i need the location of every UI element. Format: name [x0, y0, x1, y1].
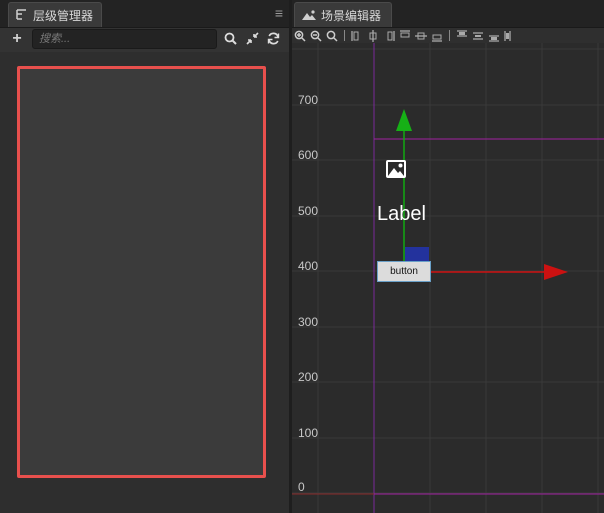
y-label-500: 500: [298, 204, 319, 218]
align-bottom-icon[interactable]: [429, 28, 445, 43]
distribute-vcenter-icon[interactable]: [470, 28, 486, 43]
add-node-button[interactable]: +: [9, 30, 25, 48]
hierarchy-tree-area[interactable]: [17, 66, 266, 478]
hierarchy-tab-bar: 层级管理器 ≡: [0, 0, 289, 28]
scene-toolbar: [292, 28, 604, 43]
label-node[interactable]: Label: [377, 203, 426, 226]
zoom-out-icon[interactable]: [308, 28, 324, 43]
refresh-icon[interactable]: [267, 32, 280, 45]
y-axis-arrow-icon: [396, 109, 412, 131]
align-vcenter-icon[interactable]: [413, 28, 429, 43]
align-right-icon[interactable]: [381, 28, 397, 43]
hierarchy-tab-label: 层级管理器: [33, 8, 94, 23]
align-hcenter-icon[interactable]: [365, 28, 381, 43]
y-label-700: 700: [298, 93, 319, 107]
y-label-200: 200: [298, 370, 319, 384]
scene-tab-label: 场景编辑器: [321, 8, 382, 23]
y-label-600: 600: [298, 148, 319, 162]
hierarchy-toolbar: +: [0, 28, 289, 52]
toolbar-separator: [449, 30, 450, 41]
hierarchy-tree-icon: [15, 9, 29, 21]
y-label-100: 100: [298, 426, 319, 440]
search-input[interactable]: [32, 29, 217, 49]
distribute-top-icon[interactable]: [454, 28, 470, 43]
distribute-bottom-icon[interactable]: [486, 28, 502, 43]
distribute-left-icon[interactable]: [502, 28, 518, 43]
hierarchy-menu-icon[interactable]: ≡: [275, 6, 283, 20]
button-node[interactable]: button: [377, 261, 431, 282]
y-label-400: 400: [298, 259, 319, 273]
scene-grid: [292, 43, 604, 513]
tab-scene[interactable]: 场景编辑器: [294, 2, 392, 27]
y-label-300: 300: [298, 315, 319, 329]
align-top-icon[interactable]: [397, 28, 413, 43]
search-icon[interactable]: [224, 32, 237, 45]
collapse-all-icon[interactable]: [246, 32, 259, 45]
scene-icon: [301, 9, 317, 21]
hierarchy-panel: 层级管理器 ≡ +: [0, 0, 289, 513]
scene-panel: 场景编辑器 700 600 500 400 300 200 100 0 Labe…: [292, 0, 604, 513]
zoom-reset-icon[interactable]: [324, 28, 340, 43]
scene-viewport[interactable]: 700 600 500 400 300 200 100 0 Label butt…: [292, 43, 604, 513]
toolbar-separator: [344, 30, 345, 41]
x-axis-arrow-icon: [544, 264, 568, 280]
zoom-in-icon[interactable]: [292, 28, 308, 43]
scene-tab-bar: 场景编辑器: [292, 0, 604, 28]
tab-hierarchy[interactable]: 层级管理器: [8, 2, 102, 27]
y-label-0: 0: [298, 480, 305, 494]
align-left-icon[interactable]: [349, 28, 365, 43]
